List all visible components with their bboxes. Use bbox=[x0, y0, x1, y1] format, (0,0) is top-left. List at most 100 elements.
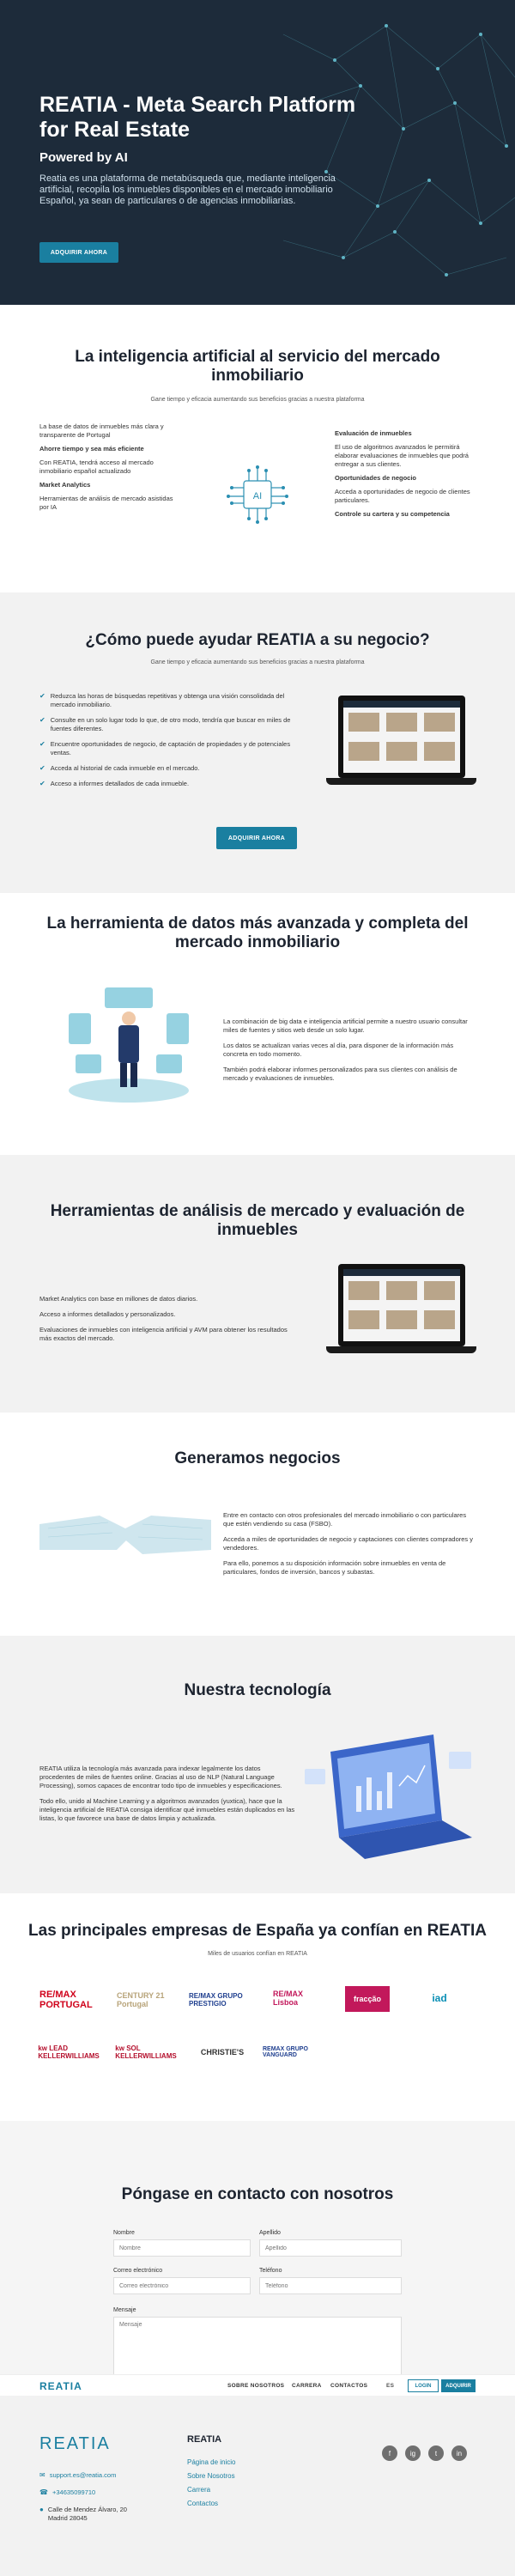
tech-section-title: Nuestra tecnología bbox=[184, 1681, 331, 1699]
analysis-section-text: Market Analytics con base en millones de… bbox=[39, 1295, 297, 1343]
ai-section-lead: Gane tiempo y eficacia aumentando sus be… bbox=[150, 397, 365, 403]
ai-left-heading-2: Market Analytics bbox=[39, 481, 91, 489]
surname-input[interactable] bbox=[259, 2239, 402, 2257]
register-button[interactable]: ADQUIRIR bbox=[441, 2379, 476, 2392]
ai-left-text-2: Con REATIA, tendrá acceso al mercado inm… bbox=[39, 459, 154, 475]
tool-paragraph-1: La combinación de big data e inteligenci… bbox=[223, 1018, 468, 1034]
ai-left-text-1: La base de datos de inmuebles más clara … bbox=[39, 422, 164, 439]
message-textarea[interactable] bbox=[113, 2317, 402, 2381]
footer-link-career[interactable]: Carrera bbox=[187, 2483, 235, 2497]
contact-section-title: Póngase en contacto con nosotros bbox=[121, 2185, 394, 2203]
phone-label: Teléfono bbox=[259, 2268, 282, 2274]
laptop-charts-illustration bbox=[305, 1735, 472, 1859]
clients-section-title: Las principales empresas de España ya co… bbox=[28, 1922, 487, 1940]
message-label: Mensaje bbox=[113, 2307, 136, 2313]
client-logo: RE/MAX GRUPO PRESTIGIO bbox=[189, 1992, 243, 2008]
nav-about[interactable]: SOBRE NOSOTROS bbox=[227, 2383, 284, 2389]
hero-title: REATIA - Meta Search Platform for Real E… bbox=[39, 93, 356, 142]
ai-chip-icon: AI bbox=[227, 465, 288, 524]
handshake-illustration bbox=[39, 1516, 211, 1554]
list-item: ✔ Encuentre oportunidades de negocio, de … bbox=[39, 740, 291, 756]
surname-label: Apellido bbox=[259, 2230, 281, 2236]
check-icon: ✔ bbox=[39, 692, 45, 700]
ai-right-text-1: El uso de algoritmos avanzados le permit… bbox=[335, 443, 469, 468]
ai-left-column: La base de datos de inmuebles más clara … bbox=[39, 422, 177, 517]
list-item: ✔ Reduzca las horas de búsquedas repetiti… bbox=[39, 692, 285, 708]
twitter-icon[interactable]: t bbox=[428, 2445, 444, 2461]
footer-address-row: ● Calle de Mendez Álvaro, 20 Madrid 2804… bbox=[39, 2506, 134, 2523]
ai-left-text-3: Herramientas de análisis de mercado asis… bbox=[39, 495, 173, 511]
ai-left-heading-1: Ahorre tiempo y sea más eficiente bbox=[39, 445, 144, 453]
business-paragraph-3: Para ello, ponemos a su disposición info… bbox=[223, 1559, 446, 1576]
check-icon: ✔ bbox=[39, 740, 45, 748]
client-logo: iad bbox=[432, 1992, 447, 2004]
client-logos-grid: RE/MAX PORTUGAL CENTURY 21 Portugal RE/M… bbox=[0, 1971, 515, 2108]
instagram-icon[interactable]: ig bbox=[405, 2445, 421, 2461]
tool-paragraph-3: También podrá elaborar informes personal… bbox=[223, 1066, 457, 1082]
help-section-lead: Gane tiempo y eficacia aumentando sus be… bbox=[150, 659, 365, 665]
hero-cta-button[interactable]: ADQUIRIR AHORA bbox=[39, 242, 118, 263]
language-selector[interactable]: ES bbox=[386, 2383, 394, 2389]
clients-section-lead: Miles de usuarios confían en REATIA bbox=[208, 1951, 307, 1957]
business-paragraph-2: Acceda a miles de oportunidades de negoc… bbox=[223, 1535, 474, 1552]
footer-link-home[interactable]: Página de inicio bbox=[187, 2456, 235, 2470]
nav-contact[interactable]: CONTACTOS bbox=[330, 2383, 367, 2389]
tech-paragraph-1: REATIA utiliza la tecnología más avanzad… bbox=[39, 1765, 282, 1789]
client-logo: RE/MAX Lisboa bbox=[273, 1990, 304, 2007]
client-logo: kw LEAD KELLERWILLIAMS bbox=[38, 2044, 100, 2060]
tech-section-text: REATIA utiliza la tecnología más avanzad… bbox=[39, 1765, 297, 1823]
facebook-icon[interactable]: f bbox=[382, 2445, 397, 2461]
footer-phone-row: ☎ +34635099710 bbox=[39, 2488, 95, 2496]
hero-section: REATIA - Meta Search Platform for Real E… bbox=[0, 0, 515, 305]
client-logo: CHRISTIE'S bbox=[200, 2048, 245, 2057]
analysis-paragraph-3: Evaluaciones de inmuebles con inteligenc… bbox=[39, 1326, 288, 1342]
business-section-title: Generamos negocios bbox=[174, 1449, 341, 1467]
email-input[interactable] bbox=[113, 2277, 251, 2294]
client-logo: fracção bbox=[345, 1986, 390, 2012]
ai-section-title: La inteligencia artificial al servicio d… bbox=[75, 348, 440, 385]
ai-right-text-2: Acceda a oportunidades de negocio de cli… bbox=[335, 488, 470, 504]
tech-paragraph-2: Todo ello, unido al Machine Learning y a… bbox=[39, 1797, 295, 1822]
tool-section-title: La herramienta de datos más avanzada y c… bbox=[46, 914, 469, 951]
footer-link-contact[interactable]: Contactos bbox=[187, 2497, 235, 2511]
analyst-illustration bbox=[69, 987, 189, 1103]
login-button[interactable]: LOGIN bbox=[408, 2379, 439, 2392]
help-section-title: ¿Cómo puede ayudar REATIA a su negocio? bbox=[85, 631, 430, 649]
help-cta-button[interactable]: ADQUIRIR AHORA bbox=[216, 827, 297, 849]
business-paragraph-1: Entre en contacto con otros profesionale… bbox=[223, 1511, 467, 1528]
business-section-text: Entre en contacto con otros profesionale… bbox=[223, 1511, 476, 1577]
ai-right-heading-2: Oportunidades de negocio bbox=[335, 474, 417, 482]
check-icon: ✔ bbox=[39, 764, 45, 772]
nav-career[interactable]: CARRERA bbox=[292, 2383, 322, 2389]
client-logo: kw SOL KELLERWILLIAMS bbox=[115, 2044, 177, 2060]
hero-description: Reatia es una plataforma de metabúsqueda… bbox=[39, 173, 336, 206]
footer-email-row: ✉ support.es@reatia.com bbox=[39, 2471, 116, 2479]
client-logo: CENTURY 21 Portugal bbox=[117, 1991, 165, 2008]
help-benefits-list: ✔ Reduzca las horas de búsquedas repetiti… bbox=[39, 692, 297, 795]
footer-email[interactable]: support.es@reatia.com bbox=[50, 2471, 117, 2479]
footer-phone[interactable]: +34635099710 bbox=[52, 2488, 95, 2496]
header-logo[interactable]: REATIA bbox=[39, 2380, 82, 2392]
hero-subtitle: Powered by AI bbox=[39, 150, 128, 165]
client-logo: RE/MAX PORTUGAL bbox=[39, 1990, 93, 2010]
phone-icon: ☎ bbox=[39, 2488, 48, 2496]
check-icon: ✔ bbox=[39, 780, 45, 787]
phone-input[interactable] bbox=[259, 2277, 402, 2294]
list-item: ✔ Consulte en un solo lugar todo lo que, … bbox=[39, 716, 291, 732]
footer-links: Página de inicio Sobre Nosotros Carrera … bbox=[187, 2456, 235, 2511]
location-pin-icon: ● bbox=[39, 2506, 44, 2513]
site-footer: REATIA ✉ support.es@reatia.com ☎ +346350… bbox=[0, 2396, 515, 2576]
site-header: REATIA SOBRE NOSOTROS CARRERA CONTACTOS … bbox=[0, 2374, 515, 2397]
linkedin-icon[interactable]: in bbox=[451, 2445, 467, 2461]
tool-paragraph-2: Los datos se actualizan varias veces al … bbox=[223, 1042, 454, 1058]
ai-chip-label: AI bbox=[253, 491, 262, 501]
name-input[interactable] bbox=[113, 2239, 251, 2257]
analysis-paragraph-2: Acceso a informes detallados y personali… bbox=[39, 1310, 176, 1318]
footer-column-title: REATIA bbox=[187, 2434, 222, 2445]
list-item: ✔ Acceda al historial de cada inmueble en… bbox=[39, 764, 200, 772]
analysis-section-title: Herramientas de análisis de mercado y ev… bbox=[50, 1202, 465, 1239]
check-icon: ✔ bbox=[39, 716, 45, 724]
footer-logo[interactable]: REATIA bbox=[39, 2434, 111, 2454]
footer-link-about[interactable]: Sobre Nosotros bbox=[187, 2470, 235, 2483]
tool-section-text: La combinación de big data e inteligenci… bbox=[223, 1018, 476, 1083]
